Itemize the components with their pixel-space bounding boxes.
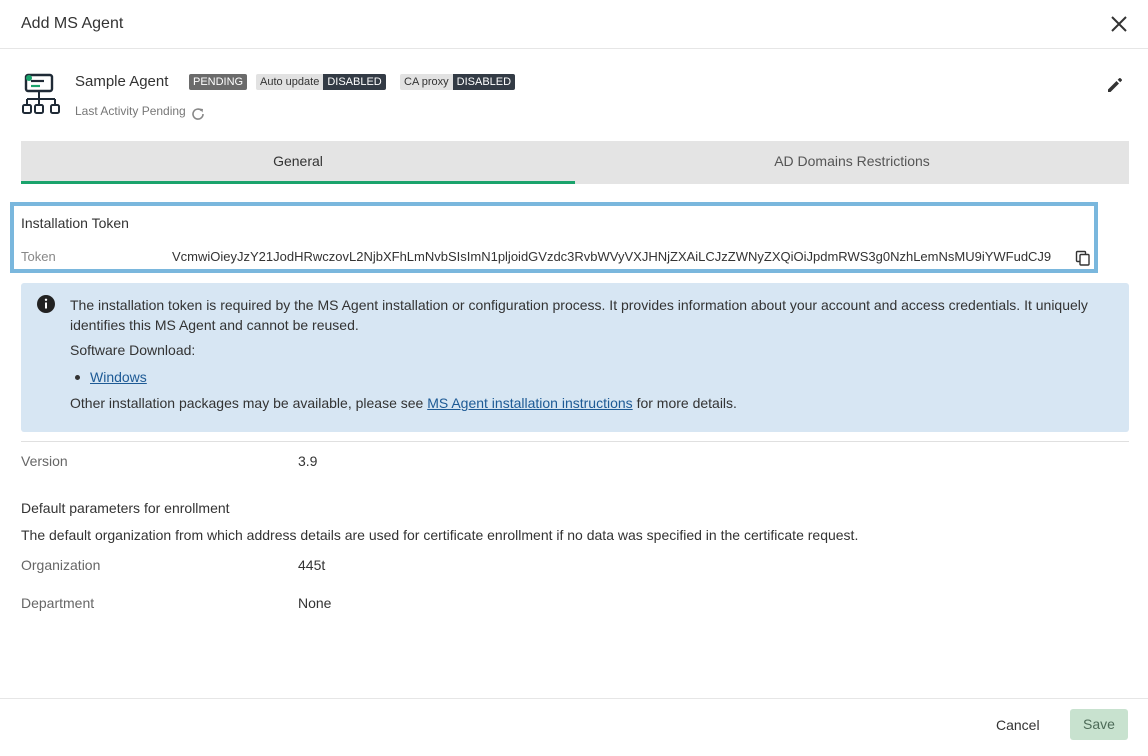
status-badge: PENDING [189, 74, 248, 90]
installation-instructions-link[interactable]: MS Agent installation instructions [427, 395, 632, 411]
other-packages-text: Other installation packages may be avail… [70, 395, 737, 411]
token-section-title: Installation Token [21, 215, 129, 231]
auto-update-value: DISABLED [323, 74, 386, 90]
divider [21, 441, 1129, 442]
version-label: Version [21, 453, 68, 469]
ca-proxy-badge: CA proxy DISABLED [400, 74, 516, 90]
installation-token-panel: Installation Token Token VcmwiOieyJzY21J… [10, 202, 1098, 273]
other-suffix: for more details. [636, 395, 737, 411]
close-icon[interactable] [1108, 13, 1130, 35]
info-text: The installation token is required by th… [70, 297, 1088, 333]
version-value: 3.9 [298, 453, 318, 469]
bullet [75, 374, 80, 380]
dialog-footer: Cancel Save [0, 698, 1148, 756]
ca-proxy-label: CA proxy [400, 74, 453, 90]
auto-update-label: Auto update [256, 74, 324, 90]
copy-icon[interactable] [1075, 250, 1091, 266]
defaults-description: The default organization from which addr… [21, 527, 859, 543]
tab-general[interactable]: General [21, 141, 575, 184]
tab-bar: General AD Domains Restrictions [21, 141, 1129, 184]
dialog-title: Add MS Agent [21, 15, 124, 32]
other-prefix: Other installation packages may be avail… [70, 395, 424, 411]
department-label: Department [21, 595, 95, 611]
token-value[interactable]: VcmwiOieyJzY21JodHRwczovL2NjbXFhLmNvbSIs… [172, 249, 1072, 264]
auto-update-badge: Auto update DISABLED [256, 74, 386, 90]
windows-download-link[interactable]: Windows [90, 369, 147, 385]
tab-ad-domains-restrictions[interactable]: AD Domains Restrictions [575, 141, 1129, 184]
info-panel: The installation token is required by th… [21, 283, 1129, 432]
last-activity: Last Activity Pending [75, 104, 186, 118]
token-label: Token [21, 249, 56, 264]
agent-network-icon [22, 73, 60, 114]
department-value: None [298, 595, 332, 611]
info-icon [37, 295, 55, 313]
agent-name: Sample Agent [75, 73, 169, 90]
cancel-button[interactable]: Cancel [987, 710, 1049, 740]
ca-proxy-value: DISABLED [452, 74, 516, 90]
software-download-label: Software Download: [70, 342, 196, 358]
save-button[interactable]: Save [1070, 709, 1128, 740]
defaults-title: Default parameters for enrollment [21, 500, 230, 516]
organization-value: 445t [298, 557, 326, 573]
organization-label: Organization [21, 557, 101, 573]
refresh-icon[interactable] [190, 106, 206, 122]
pencil-icon[interactable] [1105, 75, 1125, 95]
dialog-header: Add MS Agent [0, 0, 1148, 49]
download-list: Windows [70, 369, 147, 385]
